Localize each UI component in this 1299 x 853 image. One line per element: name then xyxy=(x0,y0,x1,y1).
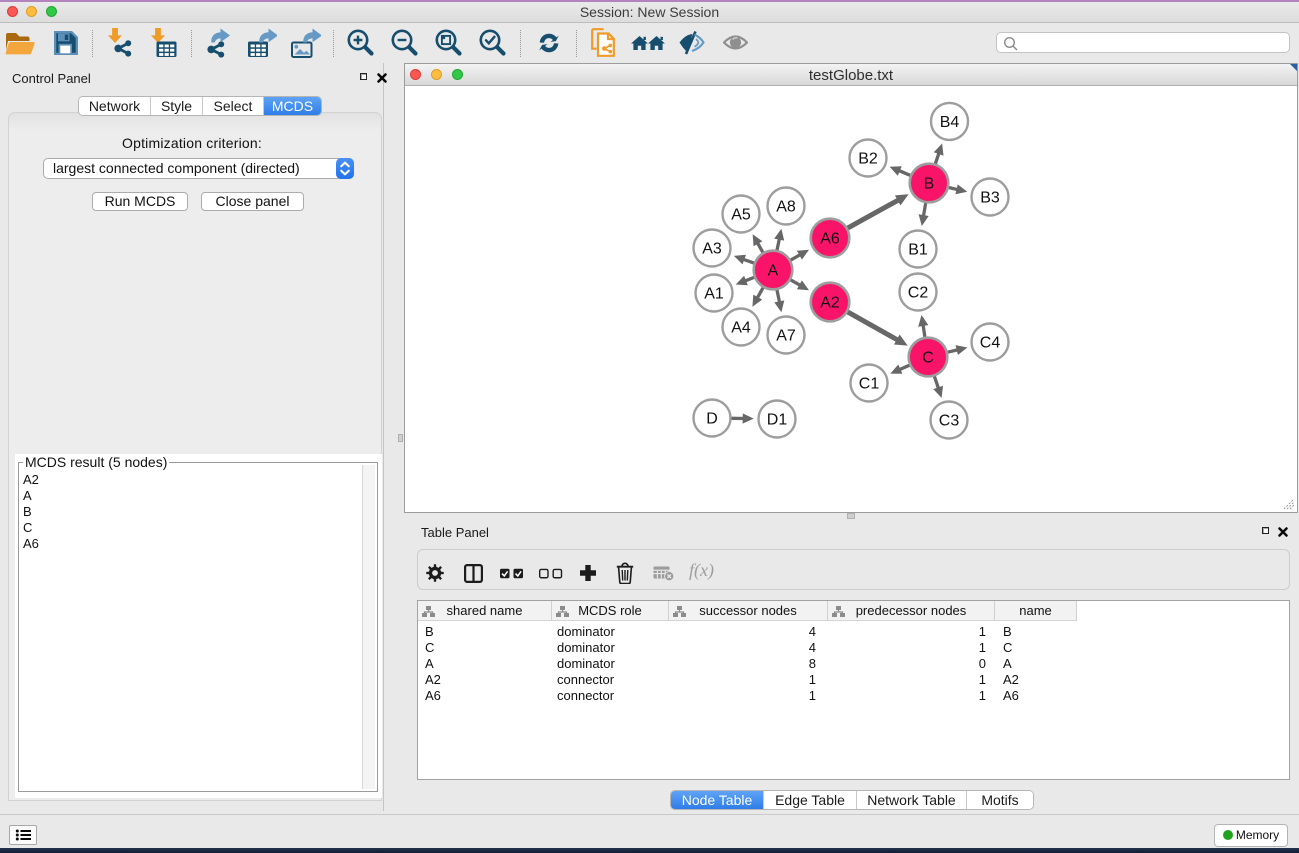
svg-text:A: A xyxy=(768,263,779,280)
svg-text:C3: C3 xyxy=(939,413,960,430)
svg-text:A3: A3 xyxy=(702,241,722,258)
svg-text:A5: A5 xyxy=(731,207,751,224)
svg-text:D1: D1 xyxy=(767,412,788,429)
svg-text:B: B xyxy=(924,176,935,193)
svg-text:A6: A6 xyxy=(820,231,840,248)
svg-text:C2: C2 xyxy=(908,285,929,302)
svg-text:B1: B1 xyxy=(908,242,928,259)
svg-text:B2: B2 xyxy=(858,151,878,168)
svg-text:C1: C1 xyxy=(859,376,880,393)
svg-text:C: C xyxy=(922,350,934,367)
svg-text:D: D xyxy=(706,411,718,428)
svg-text:A1: A1 xyxy=(704,286,724,303)
svg-text:C4: C4 xyxy=(980,335,1001,352)
svg-text:A7: A7 xyxy=(776,328,796,345)
svg-text:B3: B3 xyxy=(980,190,1000,207)
svg-text:A8: A8 xyxy=(776,199,796,216)
svg-text:A2: A2 xyxy=(820,295,840,312)
svg-text:A4: A4 xyxy=(731,320,751,337)
svg-text:B4: B4 xyxy=(940,114,960,131)
